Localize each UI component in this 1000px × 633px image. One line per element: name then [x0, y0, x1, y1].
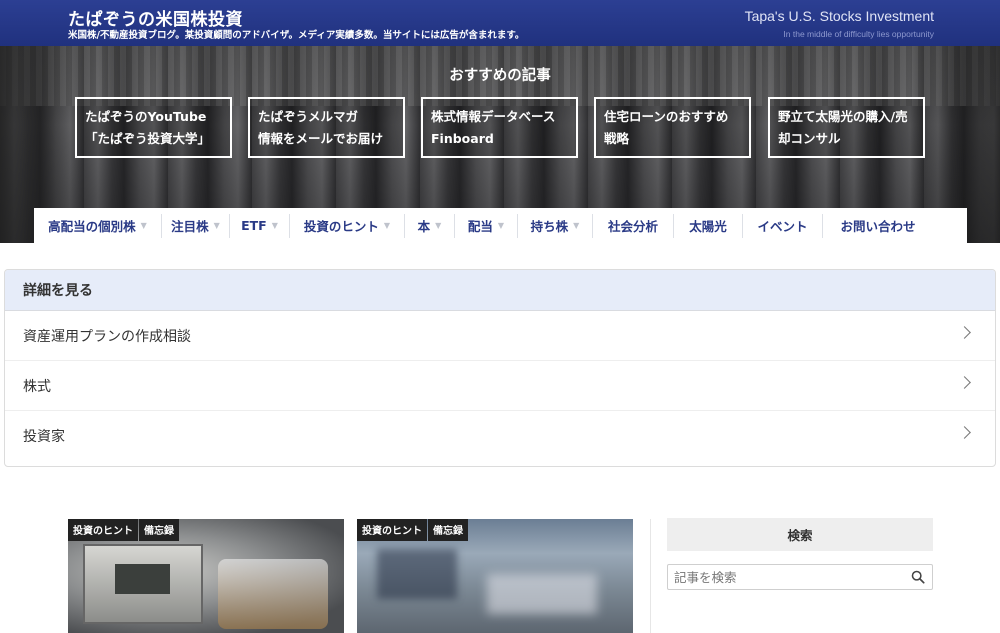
details-heading: 詳細を見る [5, 270, 995, 311]
search-box [667, 564, 933, 590]
category-tag[interactable]: 備忘録 [428, 519, 468, 541]
nav-item-contact[interactable]: お問い合わせ [823, 208, 933, 243]
article-card[interactable]: 投資のヒント 備忘録 [68, 519, 344, 633]
recommended-youtube-link[interactable]: たぱぞうのYouTube 「たぱぞう投資大学」 [75, 97, 232, 158]
sidebar-search-heading: 検索 [667, 518, 933, 551]
chevron-down-icon: ▼ [573, 221, 580, 230]
article-card[interactable]: 投資のヒント 備忘録 [357, 519, 633, 633]
site-subtitle: 米国株/不動産投資ブログ。某投資顧問のアドバイザ。メディア実績多数。当サイトには… [68, 30, 525, 41]
search-input[interactable] [668, 565, 903, 589]
brand-tagline: In the middle of difficulty lies opportu… [783, 29, 934, 39]
nav-item-high-dividend[interactable]: 高配当の個別株 ▼ [34, 208, 161, 243]
details-row-stocks[interactable]: 株式 [5, 361, 995, 411]
nav-item-featured-stocks[interactable]: 注目株 ▼ [162, 208, 229, 243]
recommended-mailmag-link[interactable]: たぱぞうメルマガ 情報をメールでお届け [248, 97, 405, 158]
nav-label: イベント [757, 219, 808, 234]
nav-item-investment-tips[interactable]: 投資のヒント ▼ [290, 208, 404, 243]
chevron-down-icon: ▼ [497, 221, 505, 230]
recommended-line: 株式情報データベース [431, 109, 556, 124]
chevron-right-icon [958, 376, 971, 389]
article-tags: 投資のヒント 備忘録 [68, 519, 180, 541]
recommended-line: 野立て太陽光の購入/売 [778, 109, 908, 124]
details-row-label: 資産運用プランの作成相談 [23, 328, 191, 345]
article-thumbnail [377, 549, 457, 599]
chevron-down-icon: ▼ [213, 221, 220, 230]
nav-label: 太陽光 [689, 219, 727, 234]
chevron-down-icon: ▼ [140, 221, 147, 230]
nav-item-holdings[interactable]: 持ち株 ▼ [518, 208, 592, 243]
recommended-line: Finboard [431, 131, 494, 146]
recommended-line: 情報をメールでお届け [258, 131, 384, 146]
recommended-line: たぱぞうメルマガ [258, 109, 359, 124]
search-icon[interactable] [911, 570, 925, 584]
details-row-investors[interactable]: 投資家 [5, 411, 995, 461]
nav-label: 注目株 [171, 219, 209, 234]
recommended-mortgage-link[interactable]: 住宅ローンのおすすめ 戦略 [594, 97, 751, 158]
nav-label: 持ち株 [530, 219, 569, 234]
nav-label: 社会分析 [607, 219, 658, 234]
nav-label: 配当 [467, 219, 493, 234]
brand-english-name: Tapa's U.S. Stocks Investment [744, 8, 934, 24]
category-tag[interactable]: 投資のヒント [68, 519, 138, 541]
nav-label: ETF [241, 218, 267, 233]
site-header: たぱぞうの米国株投資 米国株/不動産投資ブログ。某投資顧問のアドバイザ。メディア… [0, 0, 1000, 46]
nav-item-solar[interactable]: 太陽光 [674, 208, 742, 243]
sidebar-divider [650, 519, 651, 633]
nav-item-social-analysis[interactable]: 社会分析 [593, 208, 673, 243]
nav-item-etf[interactable]: ETF ▼ [230, 208, 289, 243]
details-row-label: 株式 [23, 378, 51, 395]
recommended-line: 住宅ローンのおすすめ [604, 109, 729, 124]
details-row-consultation[interactable]: 資産運用プランの作成相談 [5, 311, 995, 361]
recommended-solar-link[interactable]: 野立て太陽光の購入/売 却コンサル [768, 97, 925, 158]
category-tag[interactable]: 投資のヒント [357, 519, 427, 541]
chevron-down-icon: ▼ [435, 221, 442, 230]
chevron-down-icon: ▼ [383, 221, 391, 230]
nav-item-books[interactable]: 本 ▼ [405, 208, 454, 243]
nav-label: お問い合わせ [840, 219, 916, 234]
recommended-line: 「たぱぞう投資大学」 [85, 131, 211, 146]
article-tags: 投資のヒント 備忘録 [357, 519, 469, 541]
nav-label: 投資のヒント [303, 219, 379, 234]
category-tag[interactable]: 備忘録 [139, 519, 179, 541]
chevron-down-icon: ▼ [271, 221, 278, 230]
details-panel: 詳細を見る 資産運用プランの作成相談 株式 投資家 [4, 269, 996, 467]
recommended-finboard-link[interactable]: 株式情報データベース Finboard [421, 97, 578, 158]
main-nav: 高配当の個別株 ▼ 注目株 ▼ ETF ▼ 投資のヒント ▼ 本 ▼ 配当 ▼ 持ち株 ▼ 社… [34, 208, 967, 243]
recommended-title: おすすめの記事 [449, 68, 551, 84]
recommended-line: 却コンサル [778, 131, 841, 146]
chevron-right-icon [958, 326, 971, 339]
nav-item-dividends[interactable]: 配当 ▼ [455, 208, 517, 243]
nav-item-events[interactable]: イベント [743, 208, 822, 243]
chevron-right-icon [958, 426, 971, 439]
nav-label: 高配当の個別株 [48, 219, 136, 234]
nav-label: 本 [417, 219, 431, 234]
article-thumbnail [83, 544, 203, 624]
recommended-line: 戦略 [604, 131, 630, 146]
recommended-line: たぱぞうのYouTube [85, 109, 207, 124]
details-row-label: 投資家 [23, 429, 65, 445]
